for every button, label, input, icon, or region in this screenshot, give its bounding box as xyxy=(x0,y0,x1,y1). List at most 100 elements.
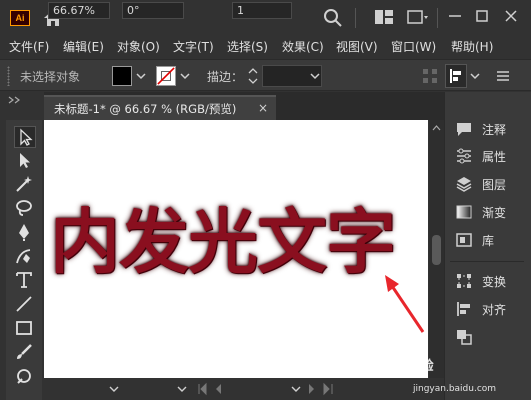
pathfinder-icon xyxy=(457,330,472,345)
shaper-tool[interactable] xyxy=(14,366,36,388)
panel-libraries[interactable]: 库 xyxy=(448,227,528,253)
menu-type[interactable]: 文字(T) xyxy=(173,38,214,55)
stroke-stepper-icon[interactable] xyxy=(246,65,260,87)
chevron-down-icon[interactable] xyxy=(176,382,188,396)
divider xyxy=(450,261,524,262)
next-last-artboard-icon[interactable] xyxy=(304,382,338,396)
menu-effect[interactable]: 效果(C) xyxy=(282,38,324,55)
curvature-tool[interactable] xyxy=(14,246,36,268)
paintbrush-icon xyxy=(17,344,32,359)
menu-object[interactable]: 对象(O) xyxy=(117,38,160,55)
chevron-down-icon[interactable] xyxy=(308,66,322,86)
direct-selection-icon xyxy=(20,153,30,168)
align-icon xyxy=(457,302,470,316)
panel-options-button[interactable] xyxy=(445,64,467,88)
menu-file[interactable]: 文件(F) xyxy=(9,38,49,55)
paintbrush-tool[interactable] xyxy=(14,342,36,364)
menu-lines-icon[interactable] xyxy=(495,66,511,86)
magic-wand-tool[interactable] xyxy=(14,174,36,196)
panel-pathfinder[interactable] xyxy=(448,324,528,350)
selection-arrow-icon xyxy=(20,128,33,146)
menu-window[interactable]: 窗口(W) xyxy=(391,38,436,55)
panel-grip[interactable] xyxy=(7,66,10,86)
workspace-layout-icon[interactable] xyxy=(374,8,394,26)
panel-layers[interactable]: 图层 xyxy=(448,171,528,197)
document-tab-label: 未标题-1* @ 66.67 % (RGB/预览) xyxy=(54,102,237,116)
panel-gradient[interactable]: 渐变 xyxy=(448,199,528,225)
type-icon xyxy=(16,272,32,288)
menu-select[interactable]: 选择(S) xyxy=(227,38,268,55)
selection-tool[interactable] xyxy=(14,126,36,148)
shaper-icon xyxy=(17,369,31,384)
minimize-icon[interactable] xyxy=(447,8,463,24)
panel-label: 属性 xyxy=(482,150,507,164)
arrange-documents-icon[interactable] xyxy=(407,8,429,26)
transform-icon xyxy=(457,274,471,288)
rotation-field[interactable]: 0° xyxy=(122,2,184,19)
library-icon xyxy=(456,233,472,247)
app-logo: Ai xyxy=(10,10,30,26)
menu-edit[interactable]: 编辑(E) xyxy=(63,38,104,55)
panel-transform[interactable]: 变换 xyxy=(448,268,528,294)
align-grid-icon[interactable] xyxy=(422,68,438,84)
chevron-down-icon[interactable] xyxy=(134,66,148,86)
fill-swatch[interactable] xyxy=(112,66,132,86)
magic-wand-icon xyxy=(16,176,32,192)
panel-align[interactable]: 对齐 xyxy=(448,296,528,322)
line-icon xyxy=(16,296,32,312)
menu-view[interactable]: 视图(V) xyxy=(336,38,378,55)
stroke-label: 描边： xyxy=(207,70,244,84)
stroke-swatch[interactable] xyxy=(156,66,176,86)
annotation-arrow-icon xyxy=(385,275,425,333)
rectangle-icon xyxy=(16,321,32,335)
watermark-brand: Bai 经验 xyxy=(380,359,434,374)
pen-tool[interactable] xyxy=(14,222,36,244)
comment-icon xyxy=(457,123,471,136)
properties-icon xyxy=(457,148,471,164)
chevron-down-icon[interactable] xyxy=(108,382,120,396)
menu-bar: 文件(F) 编辑(E) 对象(O) 文字(T) 选择(S) 效果(C) 视图(V… xyxy=(0,36,531,56)
close-window-icon[interactable] xyxy=(503,8,519,24)
maximize-icon[interactable] xyxy=(474,8,490,24)
scrollbar-thumb[interactable] xyxy=(432,235,441,265)
lasso-icon xyxy=(16,200,32,216)
artboard[interactable]: 内发光文字 xyxy=(44,120,428,378)
chevron-down-icon[interactable] xyxy=(290,382,302,396)
layers-icon xyxy=(456,177,472,192)
divider xyxy=(355,8,356,28)
gradient-icon xyxy=(456,205,472,219)
panel-label: 变换 xyxy=(482,275,507,289)
curvature-pen-icon xyxy=(16,249,31,264)
panel-label: 对齐 xyxy=(482,303,507,317)
close-tab-icon[interactable]: × xyxy=(258,101,268,115)
pen-icon xyxy=(19,224,29,241)
scroll-up-icon[interactable] xyxy=(431,124,442,132)
first-previous-artboard-icon[interactable] xyxy=(196,382,228,396)
status-bar xyxy=(44,378,444,400)
tools-panel xyxy=(6,120,42,400)
menu-help[interactable]: 帮助(H) xyxy=(451,38,493,55)
type-tool[interactable] xyxy=(14,270,36,292)
align-left-icon xyxy=(450,69,461,83)
collapse-toolbar-icon[interactable] xyxy=(8,95,22,105)
zoom-field[interactable]: 66.67% xyxy=(48,2,110,19)
direct-selection-tool[interactable] xyxy=(14,150,36,172)
control-bar: 未选择对象 描边： xyxy=(0,59,531,91)
lasso-tool[interactable] xyxy=(14,198,36,220)
panel-comments[interactable]: 注释 xyxy=(448,116,528,142)
rectangle-tool[interactable] xyxy=(14,318,36,340)
search-icon[interactable] xyxy=(323,8,343,28)
panel-label: 图层 xyxy=(482,178,507,192)
selection-status: 未选择对象 xyxy=(20,70,81,84)
panel-label: 注释 xyxy=(482,123,507,137)
artboard-number-field[interactable]: 1 xyxy=(232,2,292,19)
line-segment-tool[interactable] xyxy=(14,294,36,316)
chevron-down-icon[interactable] xyxy=(178,66,192,86)
panel-label: 库 xyxy=(482,234,495,248)
panel-label: 渐变 xyxy=(482,206,507,220)
chevron-down-icon[interactable] xyxy=(468,66,482,86)
watermark-url: jingyan.baidu.com xyxy=(413,384,497,394)
panel-properties[interactable]: 属性 xyxy=(448,143,528,169)
divider xyxy=(437,8,438,28)
document-tab[interactable]: 未标题-1* @ 66.67 % (RGB/预览) × xyxy=(44,95,276,120)
